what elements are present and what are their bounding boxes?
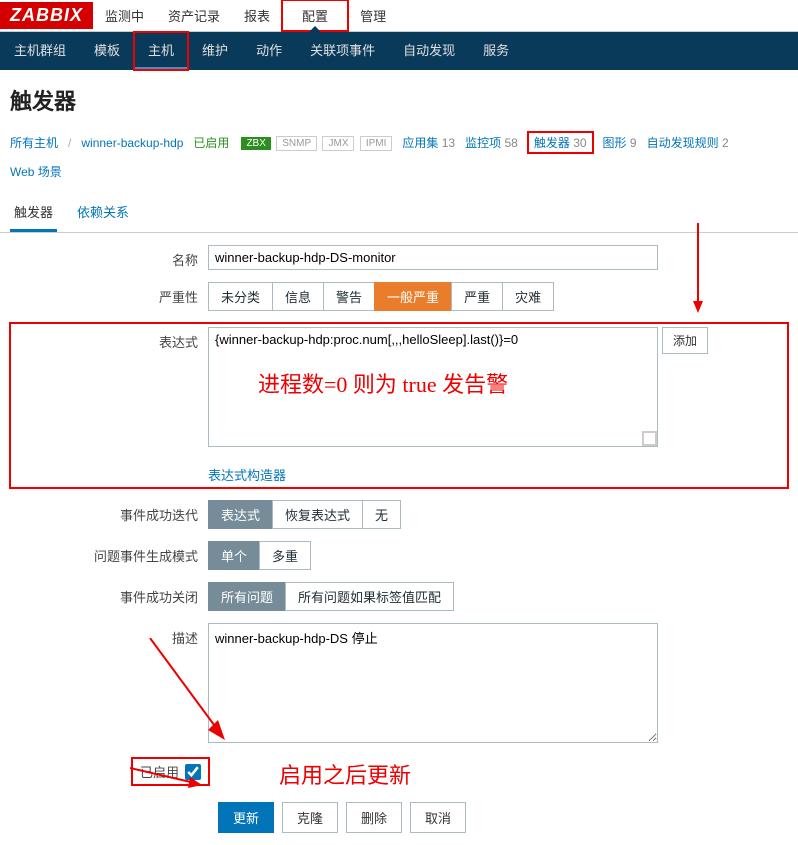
bc-sep: / bbox=[68, 136, 71, 150]
action-buttons: 更新 克隆 删除 取消 bbox=[218, 802, 788, 833]
bc-graphs[interactable]: 图形 bbox=[603, 136, 627, 150]
label-name: 名称 bbox=[10, 245, 208, 269]
bc-apps[interactable]: 应用集 bbox=[402, 136, 438, 150]
subnav-maintenance[interactable]: 维护 bbox=[188, 32, 242, 70]
tabs: 触发器 依赖关系 bbox=[0, 194, 798, 233]
btn-add-expr[interactable]: 添加 bbox=[662, 327, 708, 354]
btn-cancel[interactable]: 取消 bbox=[410, 802, 466, 833]
label-description: 描述 bbox=[10, 623, 208, 647]
bc-status: 已启用 bbox=[193, 134, 229, 151]
btn-clone[interactable]: 克隆 bbox=[282, 802, 338, 833]
annotation-enable: 启用之后更新 bbox=[279, 758, 411, 790]
subnav-services[interactable]: 服务 bbox=[469, 32, 523, 70]
label-problem-mode: 问题事件生成模式 bbox=[10, 541, 208, 565]
nav-admin[interactable]: 管理 bbox=[348, 0, 398, 31]
subnav-actions[interactable]: 动作 bbox=[242, 32, 296, 70]
bc-triggers[interactable]: 触发器 bbox=[534, 136, 570, 150]
subnav-discovery[interactable]: 自动发现 bbox=[389, 32, 469, 70]
link-expr-builder[interactable]: 表达式构造器 bbox=[208, 465, 788, 484]
label-event-close: 事件成功关闭 bbox=[10, 582, 208, 606]
subnav-correlation[interactable]: 关联项事件 bbox=[296, 32, 389, 70]
subnav-hostgroups[interactable]: 主机群组 bbox=[0, 32, 80, 70]
bc-monitor[interactable]: 监控项 bbox=[465, 136, 501, 150]
badge-zbx: ZBX bbox=[241, 137, 270, 150]
badge-snmp: SNMP bbox=[276, 136, 317, 151]
mode-single[interactable]: 单个 bbox=[208, 541, 260, 570]
severity-warning[interactable]: 警告 bbox=[323, 282, 375, 311]
nav-inventory[interactable]: 资产记录 bbox=[156, 0, 232, 31]
label-event-iterate: 事件成功迭代 bbox=[10, 500, 208, 524]
page-title: 触发器 bbox=[0, 70, 798, 124]
close-tagged[interactable]: 所有问题如果标签值匹配 bbox=[285, 582, 454, 611]
badge-ipmi: IPMI bbox=[360, 136, 393, 151]
subnav-templates[interactable]: 模板 bbox=[80, 32, 134, 70]
top-nav: ZABBIX 监测中 资产记录 报表 配置 管理 bbox=[0, 0, 798, 32]
severity-average[interactable]: 一般严重 bbox=[374, 282, 452, 311]
mode-multiple[interactable]: 多重 bbox=[259, 541, 311, 570]
checkbox-enabled[interactable] bbox=[185, 764, 201, 780]
annotation-expr: 进程数=0 则为 true 发告警 bbox=[258, 367, 788, 399]
bc-host[interactable]: winner-backup-hdp bbox=[81, 136, 183, 150]
subnav-hosts[interactable]: 主机 bbox=[134, 32, 188, 70]
breadcrumb: 所有主机 / winner-backup-hdp 已启用 ZBX SNMP JM… bbox=[0, 124, 798, 188]
bc-web[interactable]: Web 场景 bbox=[10, 163, 62, 180]
nav-reports[interactable]: 报表 bbox=[232, 0, 282, 31]
nav-monitoring[interactable]: 监测中 bbox=[93, 0, 156, 31]
input-name[interactable] bbox=[208, 245, 658, 270]
sub-nav: 主机群组 模板 主机 维护 动作 关联项事件 自动发现 服务 bbox=[0, 32, 798, 70]
nav-configuration[interactable]: 配置 bbox=[282, 0, 348, 31]
bc-discover[interactable]: 自动发现规则 bbox=[647, 136, 719, 150]
severity-info[interactable]: 信息 bbox=[272, 282, 324, 311]
textarea-description[interactable] bbox=[208, 623, 658, 743]
tab-dependency[interactable]: 依赖关系 bbox=[73, 194, 133, 232]
label-enabled: 已启用 bbox=[140, 762, 179, 781]
btn-update[interactable]: 更新 bbox=[218, 802, 274, 833]
bc-allhosts[interactable]: 所有主机 bbox=[10, 134, 58, 151]
severity-high[interactable]: 严重 bbox=[451, 282, 503, 311]
form: 名称 严重性 未分类 信息 警告 一般严重 严重 灾难 表达式 添加 进程数=0… bbox=[0, 233, 798, 845]
severity-disaster[interactable]: 灾难 bbox=[502, 282, 554, 311]
tab-trigger[interactable]: 触发器 bbox=[10, 194, 57, 232]
close-all[interactable]: 所有问题 bbox=[208, 582, 286, 611]
iterate-none[interactable]: 无 bbox=[362, 500, 401, 529]
label-expression: 表达式 bbox=[10, 327, 208, 351]
severity-unclassified[interactable]: 未分类 bbox=[208, 282, 273, 311]
label-severity: 严重性 bbox=[10, 282, 208, 306]
iterate-expression[interactable]: 表达式 bbox=[208, 500, 273, 529]
badge-jmx: JMX bbox=[322, 136, 354, 151]
btn-delete[interactable]: 删除 bbox=[346, 802, 402, 833]
logo: ZABBIX bbox=[0, 2, 93, 29]
iterate-recovery[interactable]: 恢复表达式 bbox=[272, 500, 363, 529]
